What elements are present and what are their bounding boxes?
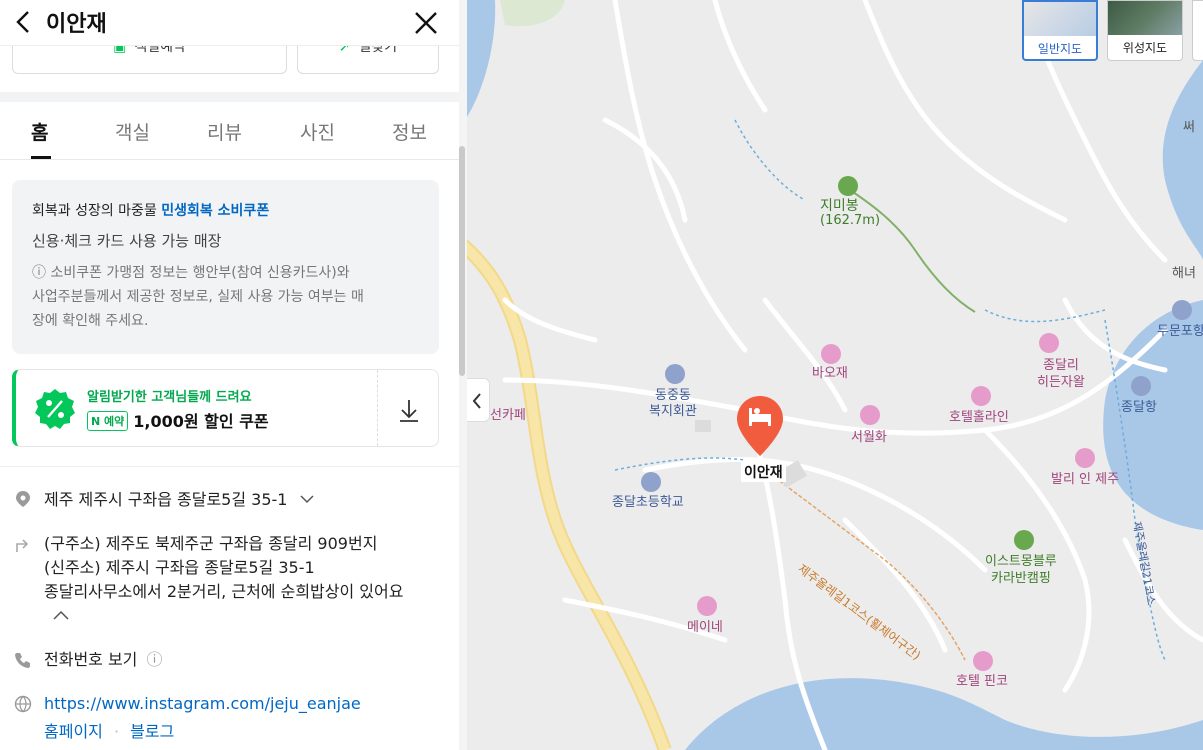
- active-tab-indicator: [31, 156, 51, 159]
- homepage-link[interactable]: 홈페이지: [44, 722, 103, 741]
- new-address: (신주소) 제주시 구좌읍 종달로5길 35-1: [44, 558, 315, 577]
- blog-link[interactable]: 블로그: [130, 722, 174, 741]
- consumption-coupon-notice: 회복과 성장의 마중물 민생회복 소비쿠폰 신용·체크 카드 사용 가능 매장 …: [12, 180, 439, 354]
- dumun-port-icon[interactable]: [1172, 300, 1192, 320]
- welfare-center-icon[interactable]: [665, 364, 685, 384]
- globe-icon: [14, 695, 32, 713]
- phone-icon: [15, 653, 30, 668]
- collapse-panel-button[interactable]: [466, 378, 490, 422]
- tab-bar: 홈 객실 리뷰 사진 정보: [0, 102, 459, 160]
- maptype-normal-label: 일반지도: [1037, 42, 1083, 56]
- hotel-pinko-icon[interactable]: [973, 651, 993, 671]
- back-icon[interactable]: [10, 8, 38, 36]
- percent-badge-icon: [35, 389, 75, 429]
- tab-rooms[interactable]: 객실: [115, 118, 150, 145]
- location-pin-icon: [16, 491, 30, 507]
- label-camping-2: 카라반캠핑: [991, 571, 1051, 586]
- label-school[interactable]: 종달초등학교: [612, 491, 684, 510]
- direction-hint: 종달리사무소에서 2분거리, 근처에 순희밥상이 있어요: [44, 582, 404, 601]
- chevron-down-icon[interactable]: [299, 493, 315, 505]
- label-mountain-height: (162.7m): [820, 213, 881, 228]
- satellite-map-thumbnail: [1108, 1, 1182, 35]
- download-icon: [400, 400, 418, 422]
- label-welfare-center-2: 복지회관: [649, 404, 697, 419]
- label-ssi: 써: [1183, 120, 1195, 135]
- label-selected-place[interactable]: 이안재: [741, 462, 786, 482]
- coupon-highlight: 민생회복 소비쿠폰: [161, 203, 270, 219]
- tab-photos[interactable]: 사진: [300, 118, 335, 145]
- phone-view-button[interactable]: 전화번호 보기 ⓘ: [44, 648, 163, 672]
- coupon-download-button[interactable]: [378, 370, 440, 446]
- coupon-subline: 신용·체크 카드 사용 가능 매장: [32, 232, 222, 250]
- info-circle-icon: ⓘ: [146, 650, 163, 669]
- label-haena: 해녀: [1172, 266, 1196, 281]
- seowolhwa-icon[interactable]: [860, 405, 880, 425]
- label-dumun-port[interactable]: 두문포항: [1157, 320, 1203, 339]
- panel-scrollbar[interactable]: [459, 146, 465, 376]
- turn-arrow-icon: [16, 539, 29, 552]
- label-meine[interactable]: 메이네: [687, 616, 723, 635]
- coupon-headline: 회복과 성장의 마중물 민생회복 소비쿠폰: [32, 203, 270, 219]
- hotel-hollaine-icon[interactable]: [971, 386, 991, 406]
- label-bali-inn[interactable]: 발리 인 제주: [1051, 468, 1119, 487]
- map-view[interactable]: 지미봉 (162.7m) 바오재 동중동 복지회관 선카페 호텔홀라인 서월화 …: [465, 0, 1203, 750]
- maptype-normal-button[interactable]: 일반지도: [1022, 0, 1098, 61]
- place-detail-panel: ▣ 객실예약 ➚ 길찾기 이안재 홈 객실 리뷰 사진 정보 회복과 성장의 마…: [0, 0, 459, 750]
- maptype-more-button[interactable]: [1192, 0, 1203, 61]
- close-icon[interactable]: [411, 8, 441, 38]
- maptype-satellite-label: 위성지도: [1122, 41, 1168, 55]
- tab-info[interactable]: 정보: [392, 118, 427, 145]
- extra-links: 홈페이지 · 블로그: [44, 720, 174, 744]
- website-link[interactable]: https://www.instagram.com/jeju_eanjae: [44, 692, 361, 716]
- jongdal-port-icon[interactable]: [1131, 376, 1151, 396]
- app-root: 지미봉 (162.7m) 바오재 동중동 복지회관 선카페 호텔홀라인 서월화 …: [0, 0, 1203, 750]
- school-icon[interactable]: [641, 472, 661, 492]
- road-address[interactable]: 제주 제주시 구좌읍 종달로5길 35-1: [44, 488, 315, 512]
- tab-reviews[interactable]: 리뷰: [207, 118, 242, 145]
- naver-reservation-pill: N 예약: [87, 411, 129, 431]
- chevron-left-icon: [472, 393, 481, 409]
- chevron-up-icon[interactable]: [52, 609, 70, 623]
- maptype-satellite-button[interactable]: 위성지도: [1107, 0, 1183, 61]
- label-jongdal-port[interactable]: 종달항: [1121, 396, 1157, 415]
- label-hotel-hollaine[interactable]: 호텔홀라인: [949, 406, 1009, 425]
- camping-icon[interactable]: [1014, 530, 1034, 550]
- label-mountain[interactable]: 지미봉: [820, 195, 859, 215]
- normal-map-thumbnail: [1024, 2, 1096, 36]
- section-divider: [0, 92, 459, 102]
- page-title: 이안재: [46, 12, 107, 37]
- action-row: ▣ 객실예약 ➚ 길찾기: [0, 34, 459, 86]
- coupon-card-title: 알림받기한 고객님들께 드려요: [87, 390, 252, 405]
- mountain-icon[interactable]: [838, 176, 858, 196]
- label-baojae[interactable]: 바오재: [812, 362, 848, 381]
- coupon-card-amount: N 예약 1,000원 할인 쿠폰: [87, 408, 269, 432]
- tab-home[interactable]: 홈: [31, 118, 48, 145]
- panel-header: 이안재: [0, 0, 459, 46]
- bali-inn-icon[interactable]: [1075, 448, 1095, 468]
- coupon-note: ⓘ 소비쿠폰 가맹점 정보는 행안부(참여 신용카드사)와 사업주분들께서 제공…: [32, 265, 364, 329]
- hidden-jawal-icon[interactable]: [1039, 333, 1059, 353]
- label-hidden-jawal-2: 히든자왈: [1037, 375, 1085, 390]
- label-cafe[interactable]: 선카페: [490, 404, 526, 423]
- old-address: (구주소) 제주도 북제주군 구좌읍 종달리 909번지: [44, 534, 378, 553]
- section-divider-2: [0, 466, 459, 467]
- label-seowolhwa[interactable]: 서월화: [851, 426, 887, 445]
- link-separator: ·: [113, 722, 120, 741]
- meine-icon[interactable]: [697, 596, 717, 616]
- selected-place-marker-icon[interactable]: [735, 394, 785, 458]
- label-hotel-pinko[interactable]: 호텔 핀코: [956, 670, 1008, 689]
- download-coupon-card: 알림받기한 고객님들께 드려요 N 예약 1,000원 할인 쿠폰: [12, 369, 439, 447]
- baojae-icon[interactable]: [821, 344, 841, 364]
